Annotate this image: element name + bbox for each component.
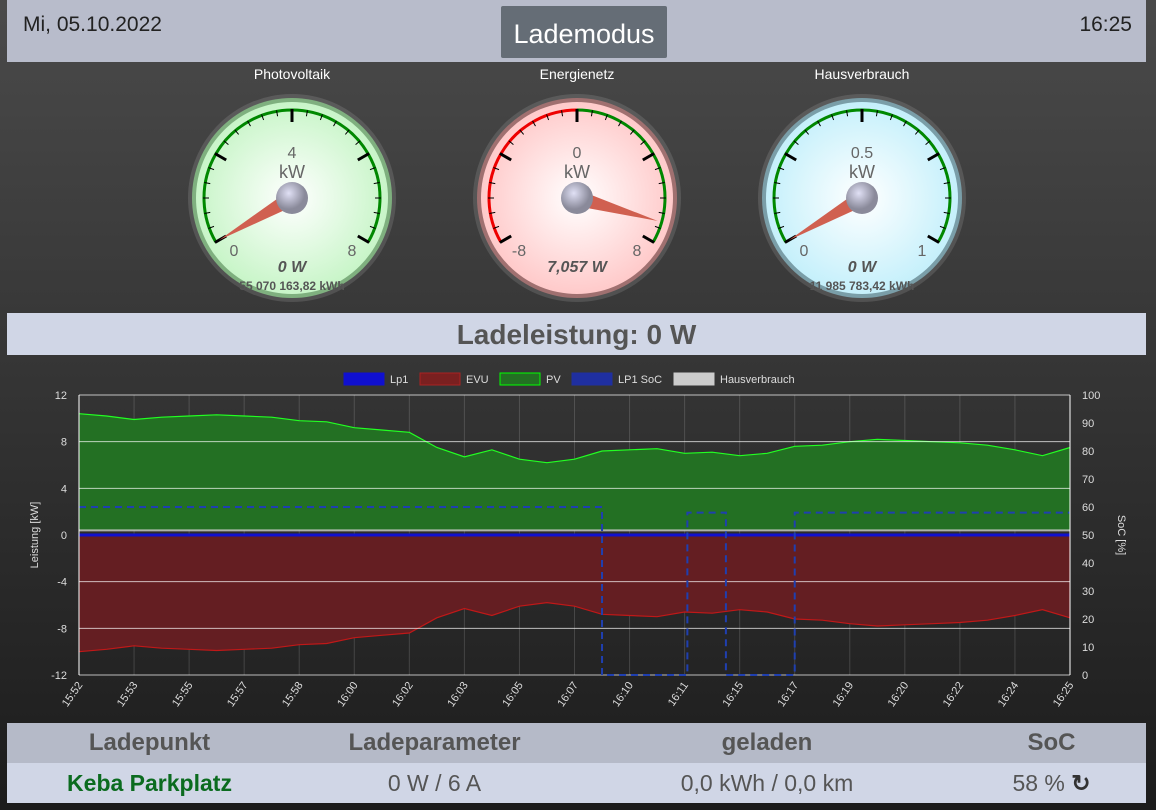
gauge-label: kW (564, 162, 590, 182)
y2-tick-label: 80 (1082, 446, 1094, 458)
legend-swatch (499, 372, 541, 386)
header-bar: Mi, 05.10.2022 Lademodus 16:25 (7, 0, 1146, 62)
gauge-label: 8 (348, 243, 357, 260)
gauge-dial: 0.5kW 0 1 0 W 11 985 783,42 kWh (758, 94, 966, 302)
legend-label: LP1 SoC (618, 374, 662, 386)
y2-tick-label: 100 (1082, 390, 1100, 402)
gauge-value: 0 W (278, 259, 308, 276)
y-tick-label: 8 (61, 437, 67, 449)
clock: 16:25 (1079, 13, 1132, 36)
y2-tick-label: 50 (1082, 530, 1094, 542)
x-tick-label: 15:58 (280, 680, 306, 709)
refresh-icon[interactable]: ↻ (1071, 770, 1090, 797)
gauge-label: 1 (918, 243, 927, 260)
col-soc: SoC (1027, 729, 1076, 756)
gauge-title: Photovoltaik (253, 66, 331, 82)
charge-mode-button[interactable]: Lademodus (501, 6, 667, 58)
x-tick-label: 16:22 (941, 680, 967, 709)
y2-axis-title: SoC [%] (1115, 515, 1127, 555)
gauge-label: 0 (573, 145, 582, 162)
y2-tick-label: 60 (1082, 502, 1094, 514)
y-tick-label: -4 (57, 577, 67, 589)
x-tick-label: 15:53 (115, 680, 141, 709)
chargepoint-name[interactable]: Keba Parkplatz (7, 763, 292, 803)
gauge-title: Hausverbrauch (814, 66, 910, 82)
x-tick-label: 15:55 (170, 680, 196, 709)
table-row[interactable]: Keba Parkplatz 0 W / 6 A 0,0 kWh / 0,0 k… (7, 763, 1146, 803)
x-tick-label: 16:15 (721, 680, 747, 709)
charged-amount: 0,0 kWh / 0,0 km (680, 769, 854, 796)
gauge-label: 0 (230, 243, 239, 260)
x-tick-label: 16:07 (555, 680, 581, 709)
gauge-energienetz: Energienetz 0 kW -8 8 7,057 W (467, 66, 687, 316)
gauge-total: 11 985 783,42 kWh (810, 279, 915, 293)
y2-tick-label: 0 (1082, 670, 1088, 682)
legend-label: Lp1 (390, 374, 408, 386)
y-tick-label: 0 (61, 530, 67, 542)
x-tick-label: 16:02 (390, 680, 416, 709)
gauge-label: 0.5 (851, 145, 873, 162)
table-header: Ladepunkt Ladeparameter geladen SoC (7, 723, 1146, 763)
x-tick-label: 15:52 (60, 680, 86, 709)
charging-power: Ladeleistung: 0 W (7, 313, 1146, 355)
col-ladeparameter: Ladeparameter (348, 729, 521, 756)
x-tick-label: 16:19 (831, 680, 857, 709)
gauge-hausverbrauch: Hausverbrauch 0.5 kW 0 1 0 W 11 985 783,42 kWh (752, 66, 972, 316)
legend-swatch (343, 372, 385, 386)
gauge-value: 7,057 W (547, 259, 608, 276)
x-tick-label: 16:11 (666, 680, 691, 709)
y2-tick-label: 40 (1082, 558, 1094, 570)
legend-swatch (571, 372, 613, 386)
gauge-total: 55 070 163,82 kWh (239, 279, 344, 293)
y2-tick-label: 90 (1082, 418, 1094, 430)
legend-label: PV (546, 374, 561, 386)
charge-params[interactable]: 0 W / 6 A (292, 763, 577, 803)
soc-value: 58 % (1012, 769, 1065, 796)
legend-swatch (673, 372, 715, 386)
gauge-dial: 4kW 0 8 0 W 55 070 163,82 kWh (188, 94, 396, 302)
col-ladepunkt: Ladepunkt (88, 729, 211, 756)
chargepoint-table: Ladepunkt Ladeparameter geladen SoC Keba… (7, 723, 1146, 803)
soc-cell: 58 % ↻ (957, 763, 1146, 803)
gauge-hub (276, 182, 308, 214)
x-tick-label: 16:20 (886, 680, 912, 709)
x-tick-label: 16:00 (335, 680, 361, 709)
y2-tick-label: 10 (1082, 642, 1094, 654)
y-tick-label: -8 (57, 623, 67, 635)
y-tick-label: 12 (55, 390, 67, 402)
x-tick-label: 16:25 (1051, 680, 1077, 709)
col-geladen: geladen (721, 729, 813, 756)
y2-tick-label: 20 (1082, 614, 1094, 626)
y2-tick-label: 70 (1082, 474, 1094, 486)
x-tick-label: 15:57 (225, 680, 251, 709)
gauge-hub (561, 182, 593, 214)
legend-label: EVU (466, 374, 489, 386)
gauge-label: 8 (633, 243, 642, 260)
gauge-label: 4 (288, 145, 297, 162)
gauge-label: 0 (800, 243, 809, 260)
gauge-hub (846, 182, 878, 214)
gauge-label: -8 (512, 243, 526, 260)
x-tick-label: 16:24 (996, 680, 1022, 709)
legend-swatch (419, 372, 461, 386)
x-tick-label: 16:05 (500, 680, 526, 709)
legend-label: Hausverbrauch (720, 374, 795, 386)
gauge-value: 0 W (848, 259, 878, 276)
x-tick-label: 16:17 (776, 680, 802, 709)
y2-tick-label: 30 (1082, 586, 1094, 598)
gauge-title: Energienetz (539, 66, 615, 82)
gauge-dial: 0kW -8 8 7,057 W (473, 94, 681, 302)
power-chart: Lp1 EVU PV LP1 SoC Hausverbrauch12840-4-8-12… (29, 372, 1127, 709)
y-axis-title: Leistung [kW] (29, 502, 41, 569)
y-tick-label: 4 (61, 483, 67, 495)
x-tick-label: 16:03 (445, 680, 471, 709)
gauge-label: kW (279, 162, 305, 182)
gauge-photovoltaik: Photovoltaik 4 kW 0 8 0 W 55 070 163,82 kWh (182, 66, 402, 316)
x-tick-label: 16:10 (610, 680, 636, 709)
y-tick-label: -12 (51, 670, 67, 682)
gauge-label: kW (849, 162, 875, 182)
date: Mi, 05.10.2022 (23, 13, 162, 36)
